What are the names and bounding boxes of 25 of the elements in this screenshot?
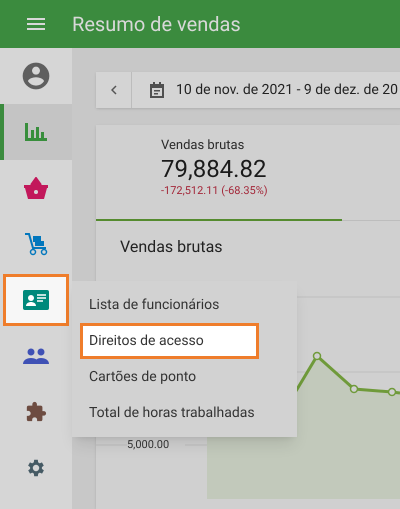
menu-item[interactable]: Cartões de ponto <box>72 359 297 395</box>
chart-title: Vendas brutas <box>120 236 224 258</box>
menu-item[interactable]: Lista de funcionários <box>72 287 297 323</box>
bar-chart-icon <box>25 123 47 141</box>
metric-change: -172,512.11 (-68.35%) <box>161 183 269 199</box>
sidebar-item[interactable] <box>0 104 72 160</box>
metric-label: Vendas brutas <box>161 137 246 155</box>
date-range-text[interactable]: 10 de nov. de 2021 - 9 de dez. de 20 <box>176 80 398 100</box>
puzzle-icon <box>25 401 47 423</box>
hand-truck-icon <box>24 232 48 256</box>
user-avatar-icon <box>20 60 52 92</box>
menu-item[interactable]: Direitos de acesso <box>80 323 259 359</box>
chart-point <box>350 384 358 394</box>
sidebar-item[interactable] <box>3 274 69 326</box>
id-card-icon <box>23 290 49 310</box>
chevron-left-icon <box>110 85 116 95</box>
metric-value: 79,884.82 <box>161 155 268 183</box>
app-title: Resumo de vendas <box>72 11 241 38</box>
chart-point <box>388 388 396 396</box>
people-icon <box>23 348 49 364</box>
calendar-icon <box>150 82 164 98</box>
chart-point <box>312 352 322 360</box>
basket-icon <box>24 177 48 199</box>
menu-icon[interactable] <box>27 18 45 30</box>
menu-item[interactable]: Total de horas trabalhadas <box>72 395 297 431</box>
